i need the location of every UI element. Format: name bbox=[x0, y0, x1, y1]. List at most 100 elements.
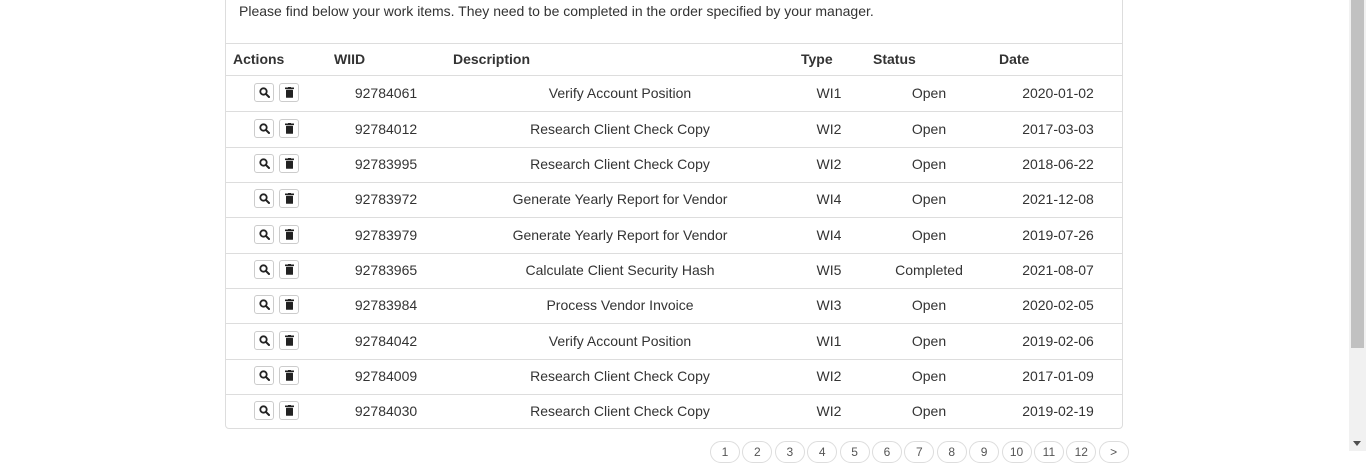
view-button[interactable] bbox=[254, 154, 274, 173]
magnifier-icon bbox=[258, 370, 270, 381]
delete-button[interactable] bbox=[279, 189, 299, 208]
cell-type: WI2 bbox=[816, 368, 842, 384]
header-actions: Actions bbox=[233, 51, 285, 67]
pagination-page-button[interactable]: 1 bbox=[710, 441, 740, 463]
cell-date: 2021-12-08 bbox=[1022, 191, 1094, 207]
cell-date: 2019-07-26 bbox=[1022, 227, 1094, 243]
cell-description: Generate Yearly Report for Vendor bbox=[512, 227, 728, 243]
cell-type: WI5 bbox=[816, 262, 842, 278]
cell-status: Open bbox=[911, 403, 947, 419]
delete-button[interactable] bbox=[279, 154, 299, 173]
table-row: 92784012 Research Client Check Copy WI2 Ope… bbox=[226, 112, 1122, 148]
scrollbar-thumb[interactable] bbox=[1351, 0, 1364, 348]
scroll-down-arrow-icon[interactable] bbox=[1353, 441, 1361, 446]
trash-icon bbox=[284, 405, 294, 416]
delete-button[interactable] bbox=[279, 260, 299, 279]
magnifier-icon bbox=[258, 123, 270, 134]
pagination-page-button[interactable]: 3 bbox=[774, 441, 805, 463]
pagination-page-button[interactable]: 10 bbox=[1001, 441, 1032, 463]
cell-wiid: 92784030 bbox=[354, 403, 418, 419]
cell-status: Open bbox=[911, 297, 947, 313]
trash-icon bbox=[284, 193, 294, 204]
cell-type: WI1 bbox=[816, 85, 842, 101]
delete-button[interactable] bbox=[279, 401, 299, 420]
cell-date: 2017-03-03 bbox=[1022, 121, 1094, 137]
pagination-page-button[interactable]: 7 bbox=[904, 441, 935, 463]
pagination-page-button[interactable]: 9 bbox=[969, 441, 1000, 463]
delete-button[interactable] bbox=[279, 366, 299, 385]
trash-icon bbox=[284, 123, 294, 134]
pagination-page-button[interactable]: 8 bbox=[936, 441, 967, 463]
delete-button[interactable] bbox=[279, 83, 299, 102]
trash-icon bbox=[284, 299, 294, 310]
cell-wiid: 92784061 bbox=[354, 85, 418, 101]
pagination-page-button[interactable]: 5 bbox=[839, 441, 870, 463]
work-items-panel: Please find below your work items. They … bbox=[225, 0, 1123, 429]
delete-button[interactable] bbox=[279, 119, 299, 138]
view-button[interactable] bbox=[254, 295, 274, 314]
header-type: Type bbox=[801, 51, 833, 67]
cell-date: 2020-01-02 bbox=[1022, 85, 1094, 101]
intro-text: Please find below your work items. They … bbox=[239, 3, 874, 19]
magnifier-icon bbox=[258, 335, 270, 346]
cell-wiid: 92783972 bbox=[354, 191, 418, 207]
trash-icon bbox=[284, 158, 294, 169]
magnifier-icon bbox=[258, 264, 270, 275]
cell-description: Verify Account Position bbox=[548, 333, 692, 349]
cell-type: WI4 bbox=[816, 191, 842, 207]
pagination-page-button[interactable]: 12 bbox=[1066, 441, 1097, 463]
pagination-page-button[interactable]: 11 bbox=[1033, 441, 1064, 463]
header-status: Status bbox=[873, 51, 916, 67]
delete-button[interactable] bbox=[279, 225, 299, 244]
magnifier-icon bbox=[258, 229, 270, 240]
view-button[interactable] bbox=[254, 189, 274, 208]
view-button[interactable] bbox=[254, 119, 274, 138]
cell-wiid: 92784012 bbox=[354, 121, 418, 137]
magnifier-icon bbox=[258, 193, 270, 204]
cell-status: Open bbox=[911, 191, 947, 207]
table-row: 92783972 Generate Yearly Report for Vendo… bbox=[226, 182, 1122, 218]
cell-description: Calculate Client Security Hash bbox=[525, 262, 715, 278]
table-row: 92784061 Verify Account Position WI1 Open 20… bbox=[226, 76, 1122, 112]
cell-date: 2019-02-06 bbox=[1022, 333, 1094, 349]
cell-type: WI1 bbox=[816, 333, 842, 349]
cell-type: WI3 bbox=[816, 297, 842, 313]
trash-icon bbox=[284, 87, 294, 98]
view-button[interactable] bbox=[254, 225, 274, 244]
cell-wiid: 92784009 bbox=[354, 368, 418, 384]
delete-button[interactable] bbox=[279, 331, 299, 350]
cell-status: Open bbox=[911, 368, 947, 384]
cell-wiid: 92783979 bbox=[354, 227, 418, 243]
table-row: 92784009 Research Client Check Copy WI2 Ope… bbox=[226, 359, 1122, 395]
view-button[interactable] bbox=[254, 366, 274, 385]
cell-status: Open bbox=[911, 156, 947, 172]
cell-description: Verify Account Position bbox=[548, 85, 692, 101]
pagination-next-button[interactable]: > bbox=[1098, 441, 1129, 463]
vertical-scrollbar[interactable] bbox=[1349, 0, 1366, 451]
table-row: 92784042 Verify Account Position WI1 Open 20… bbox=[226, 324, 1122, 360]
header-description: Description bbox=[453, 51, 531, 67]
view-button[interactable] bbox=[254, 401, 274, 420]
view-button[interactable] bbox=[254, 260, 274, 279]
cell-date: 2020-02-05 bbox=[1022, 297, 1094, 313]
pagination-page-button[interactable]: 4 bbox=[807, 441, 838, 463]
cell-status: Open bbox=[911, 121, 947, 137]
cell-type: WI2 bbox=[816, 156, 842, 172]
cell-description: Process Vendor Invoice bbox=[546, 297, 694, 313]
pagination-page-button[interactable]: 6 bbox=[871, 441, 902, 463]
header-date: Date bbox=[999, 51, 1030, 67]
cell-type: WI2 bbox=[816, 121, 842, 137]
table-row: 92783995 Research Client Check Copy WI2 Ope… bbox=[226, 147, 1122, 183]
cell-type: WI4 bbox=[816, 227, 842, 243]
cell-description: Research Client Check Copy bbox=[530, 121, 710, 137]
view-button[interactable] bbox=[254, 331, 274, 350]
cell-description: Research Client Check Copy bbox=[530, 403, 710, 419]
delete-button[interactable] bbox=[279, 295, 299, 314]
cell-status: Open bbox=[911, 85, 947, 101]
view-button[interactable] bbox=[254, 83, 274, 102]
cell-date: 2018-06-22 bbox=[1022, 156, 1094, 172]
cell-description: Research Client Check Copy bbox=[530, 368, 710, 384]
cell-status: Completed bbox=[895, 262, 963, 278]
magnifier-icon bbox=[258, 299, 270, 310]
pagination-page-button[interactable]: 2 bbox=[742, 441, 773, 463]
